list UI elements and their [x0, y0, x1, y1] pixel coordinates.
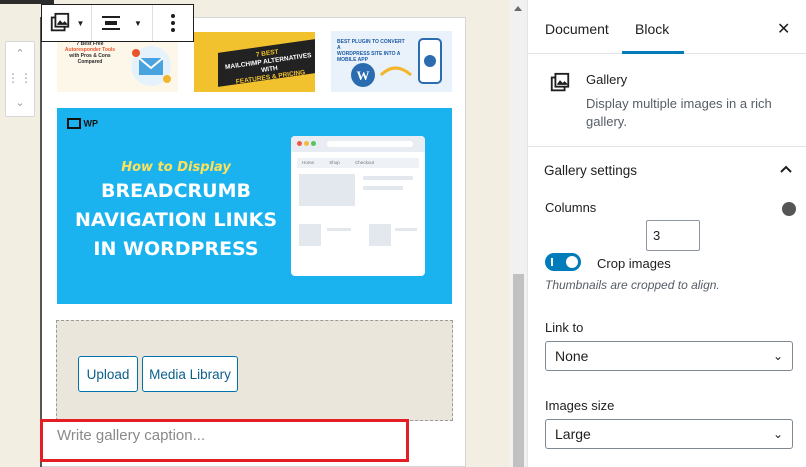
link-to-label: Link to — [545, 320, 584, 335]
block-type-button[interactable]: ▼ — [42, 5, 92, 41]
chevron-down-icon: ⌄ — [772, 427, 783, 441]
align-button[interactable]: ▼ — [92, 5, 153, 41]
images-size-select[interactable]: Large ⌄ — [545, 419, 793, 449]
block-toolbar: ▼ ▼ — [41, 4, 194, 42]
media-library-button[interactable]: Media Library — [142, 356, 238, 392]
featured-title-line: IN WORDPRESS — [93, 238, 259, 260]
crop-help-text: Thumbnails are cropped to align. — [545, 278, 720, 292]
gallery-icon — [550, 72, 570, 92]
close-icon[interactable]: ✕ — [777, 19, 790, 39]
columns-label: Columns — [545, 200, 597, 215]
block-card: Gallery Display multiple images in a ric… — [528, 54, 806, 147]
scrollbar-thumb[interactable] — [513, 274, 524, 467]
block-card-title: Gallery — [586, 72, 628, 87]
tab-document[interactable]: Document — [545, 21, 609, 37]
panel-title: Gallery settings — [544, 163, 638, 178]
block-card-description: Display multiple images in a rich — [586, 96, 772, 111]
scroll-up-arrow-icon[interactable] — [514, 6, 522, 11]
range-slider-handle[interactable] — [782, 202, 796, 216]
tab-block[interactable]: Block — [635, 21, 669, 37]
chevron-down-icon: ⌄ — [772, 349, 783, 363]
featured-subtitle: How to Display — [121, 160, 231, 175]
featured-brand: WP — [83, 118, 99, 129]
sidebar-tabs: Document Block ✕ — [528, 0, 806, 54]
gallery-image-mobile-app[interactable]: BEST PLUGIN TO CONVERT A WORDPRESS SITE … — [331, 31, 452, 92]
crop-images-label: Crop images — [597, 256, 671, 271]
settings-sidebar: Document Block ✕ Gallery Display multipl… — [527, 0, 806, 467]
chevron-down-icon: ▼ — [134, 18, 142, 28]
columns-number-input[interactable]: 3 — [646, 220, 700, 251]
move-down-icon[interactable]: ⌄ — [6, 97, 34, 109]
images-size-label: Images size — [545, 398, 615, 413]
crop-images-toggle[interactable] — [545, 253, 581, 271]
wordpress-phone-illustration-icon: W — [351, 38, 442, 87]
svg-text:W: W — [357, 68, 370, 83]
gallery-image-autoresponder[interactable]: 7 Best Free Autoresponder Tools with Pro… — [57, 35, 178, 92]
gallery-image-mailchimp[interactable]: 7 BEST MAILCHIMP ALTERNATIVES WITH FEATU… — [194, 32, 315, 92]
breadcrumb-item: Shop — [329, 160, 340, 165]
block-movers: ⌃ ⋮⋮ ⌄ — [5, 41, 35, 117]
block-card-description: gallery. — [586, 114, 627, 129]
chevron-down-icon: ▼ — [76, 18, 85, 28]
breadcrumb-item: Home — [302, 160, 315, 165]
more-vertical-icon — [171, 14, 175, 32]
browser-mockup: Home Shop Checkout — [291, 136, 425, 276]
editor-scrollbar[interactable] — [510, 0, 527, 467]
featured-title-line: NAVIGATION LINKS — [74, 209, 278, 231]
gallery-icon — [50, 12, 69, 32]
more-options-button[interactable] — [153, 5, 193, 41]
link-to-select[interactable]: None ⌄ — [545, 341, 793, 371]
move-up-icon[interactable]: ⌃ — [6, 48, 34, 60]
featured-title-line: BREADCRUMB — [101, 180, 251, 202]
drag-handle-icon[interactable]: ⋮⋮ — [6, 72, 34, 84]
caption-highlight-box — [40, 419, 409, 462]
gallery-image-breadcrumb[interactable]: WP How to Display BREADCRUMB NAVIGATION … — [57, 108, 452, 304]
images-size-value: Large — [555, 426, 591, 442]
breadcrumb-item: Checkout — [355, 160, 375, 165]
envelope-illustration-icon — [131, 46, 171, 86]
thumb-text: with Pros & Cons Compared — [69, 53, 111, 65]
upload-button[interactable]: Upload — [78, 356, 138, 392]
chevron-up-icon — [780, 165, 792, 173]
link-to-value: None — [555, 348, 589, 364]
wp-logo-icon — [67, 118, 81, 130]
gallery-settings-toggle[interactable]: Gallery settings — [528, 147, 806, 193]
editor-canvas: ⌃ ⋮⋮ ⌄ ▼ ▼ 7 Best Free Autoresponder Too… — [0, 0, 527, 467]
align-icon — [102, 16, 121, 30]
block-selection-edge — [40, 17, 42, 467]
